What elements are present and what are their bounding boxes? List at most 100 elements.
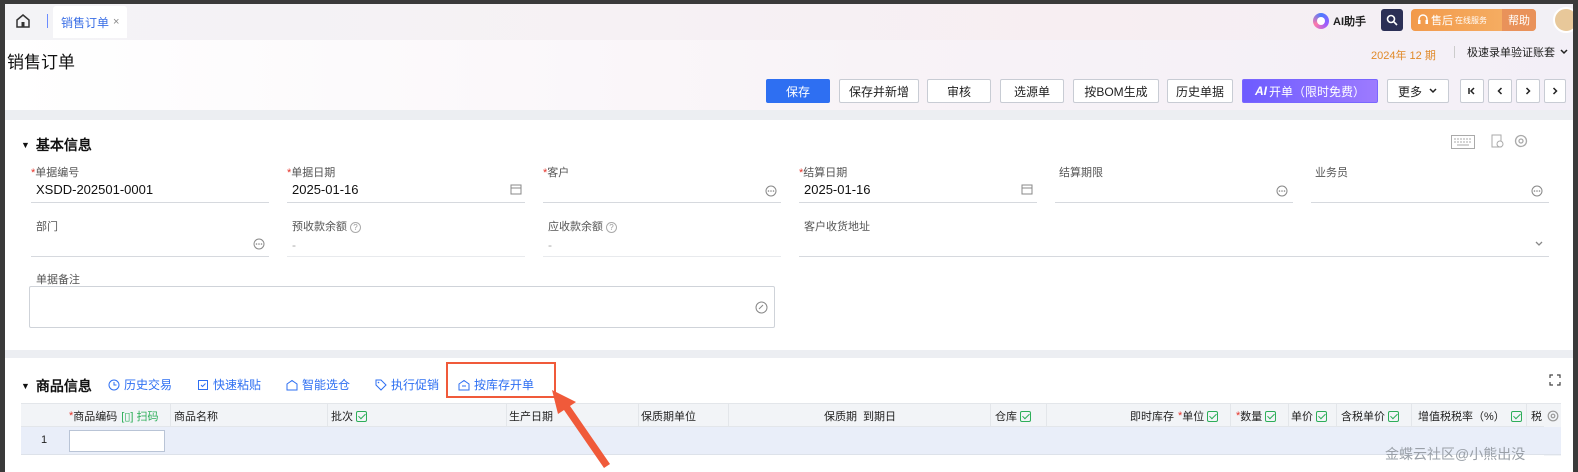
col-tax: 税 — [1531, 411, 1542, 423]
doc-number-field[interactable]: XSDD-202501-0001 — [36, 182, 153, 197]
col-unit-price: 单价 — [1291, 404, 1327, 428]
headset-icon — [1418, 14, 1428, 24]
print-settings-icon[interactable] — [1490, 134, 1504, 151]
receivable-balance-value: - — [548, 238, 552, 252]
ai-polish-icon[interactable] — [755, 301, 768, 317]
save-and-new-button[interactable]: 保存并新增 — [839, 79, 919, 103]
audit-button[interactable]: 审核 — [927, 79, 991, 103]
chevron-down-icon[interactable] — [1532, 237, 1546, 251]
expand-icon[interactable] — [1549, 374, 1561, 389]
product-code-input[interactable] — [69, 430, 165, 452]
field-underline — [287, 202, 525, 203]
annotation-arrow — [552, 390, 610, 468]
basic-info-header[interactable]: ▼ 基本信息 — [21, 135, 92, 155]
history-docs-button[interactable]: 历史单据 — [1167, 79, 1233, 103]
checkbox-icon — [1388, 410, 1399, 422]
customer-field[interactable] — [543, 180, 781, 202]
checkbox-icon — [1265, 410, 1277, 422]
chevron-right-icon — [1525, 87, 1531, 95]
tab-sales-order[interactable]: 销售订单 × — [53, 6, 128, 38]
chevron-down-icon — [1560, 49, 1568, 55]
checkbox-icon — [1510, 410, 1522, 422]
more-options-icon[interactable] — [764, 184, 778, 198]
more-options-icon[interactable] — [1530, 184, 1544, 198]
basic-info-title: 基本信息 — [35, 137, 92, 153]
select-source-button[interactable]: 选源单 — [1000, 79, 1064, 103]
checkbox-icon — [1207, 410, 1219, 422]
collapse-triangle-icon: ▼ — [21, 381, 30, 391]
smart-warehouse-button[interactable]: 智能选仓 — [286, 376, 350, 393]
paste-icon — [198, 379, 208, 390]
col-shelf-life-unit: 保质期单位 — [641, 411, 696, 423]
field-underline — [31, 202, 269, 203]
gear-icon — [1547, 410, 1558, 422]
more-label: 更多 — [1397, 84, 1422, 99]
settle-term-field[interactable] — [1055, 180, 1293, 202]
field-underline — [31, 256, 269, 257]
clock-icon — [108, 379, 120, 390]
col-expire-date: 到期日 — [863, 411, 896, 423]
keyboard-icon[interactable] — [1451, 135, 1475, 152]
settle-date-label: *结算日期 — [799, 167, 848, 179]
history-trade-button[interactable]: 历史交易 — [108, 376, 172, 393]
help-button[interactable]: 帮助 — [1502, 9, 1536, 31]
ai-assistant-button[interactable]: AI助手 — [1313, 11, 1366, 31]
tab-separator — [47, 14, 48, 28]
generate-by-bom-button[interactable]: 按BOM生成 — [1073, 79, 1159, 103]
divider — [1454, 46, 1455, 58]
calendar-icon[interactable] — [1020, 182, 1034, 196]
last-record-button[interactable] — [1544, 79, 1566, 103]
department-field[interactable] — [31, 234, 269, 256]
table-row[interactable]: 1 — [21, 427, 1561, 455]
col-vat-rate: 增值税税率（%） — [1418, 404, 1522, 428]
gear-icon[interactable] — [1514, 134, 1528, 151]
more-button[interactable]: 更多 — [1387, 79, 1449, 103]
home-icon[interactable] — [15, 13, 31, 29]
goods-table-header: * 商品编码 [▯] 扫码 商品名称 批次 生产日期 保质期单位 保质期 到期日 … — [21, 403, 1561, 456]
prepay-balance-label: 预收款余额? — [292, 218, 361, 234]
field-underline — [543, 256, 781, 257]
quick-paste-button[interactable]: 快速粘贴 — [197, 376, 261, 393]
next-record-button[interactable] — [1516, 79, 1540, 103]
prepay-balance-value: - — [292, 238, 296, 252]
scan-button[interactable]: [▯] 扫码 — [121, 408, 158, 424]
section-divider — [5, 350, 1573, 358]
help-icon: ? — [350, 221, 361, 233]
top-bar: 销售订单 × AI助手 售后 在线服务 帮助 — [5, 4, 1573, 40]
col-product-code: * 商品编码 [▯] 扫码 — [69, 408, 159, 424]
col-shelf-life: 保质期 — [824, 411, 857, 423]
settle-date-field[interactable]: 2025-01-16 — [804, 182, 871, 197]
avatar[interactable] — [1553, 7, 1573, 33]
col-instant-stock: 即时库存 — [1130, 411, 1174, 423]
salesman-label: 业务员 — [1315, 167, 1348, 179]
ledger-selector[interactable]: 极速录单验证账套 — [1454, 44, 1569, 60]
col-batch: 批次 — [331, 404, 367, 428]
doc-date-field[interactable]: 2025-01-16 — [292, 182, 359, 197]
ai-open-order-button[interactable]: AI 开单（限时免费） — [1242, 79, 1378, 103]
salesman-field[interactable] — [1311, 180, 1549, 202]
more-options-icon[interactable] — [252, 237, 266, 251]
previous-record-button[interactable] — [1488, 79, 1512, 103]
calendar-icon[interactable] — [509, 182, 523, 196]
highlight-box — [446, 362, 556, 398]
collapse-triangle-icon: ▼ — [21, 140, 30, 150]
execute-promotion-button[interactable]: 执行促销 — [375, 376, 439, 393]
delivery-address-field[interactable] — [799, 234, 1549, 256]
receivable-balance-label: 应收款余额? — [548, 218, 617, 234]
goods-info-header[interactable]: ▼ 商品信息 — [21, 376, 92, 396]
more-options-icon[interactable] — [1275, 184, 1289, 198]
checkbox-icon — [356, 410, 367, 422]
field-underline — [799, 256, 1549, 257]
chevron-down-icon — [1429, 88, 1437, 94]
field-underline — [287, 256, 525, 257]
save-button[interactable]: 保存 — [766, 79, 830, 103]
doc-number-label: *单据编号 — [31, 167, 80, 179]
after-sales-service-button[interactable]: 售后 在线服务 帮助 — [1411, 9, 1536, 31]
remark-label: 单据备注 — [36, 274, 80, 286]
search-button[interactable] — [1381, 9, 1403, 31]
close-icon[interactable]: × — [113, 16, 119, 28]
tab-label: 销售订单 — [61, 15, 110, 30]
field-underline — [1055, 202, 1293, 203]
first-record-button[interactable] — [1460, 79, 1484, 103]
remark-textarea[interactable] — [29, 286, 775, 328]
